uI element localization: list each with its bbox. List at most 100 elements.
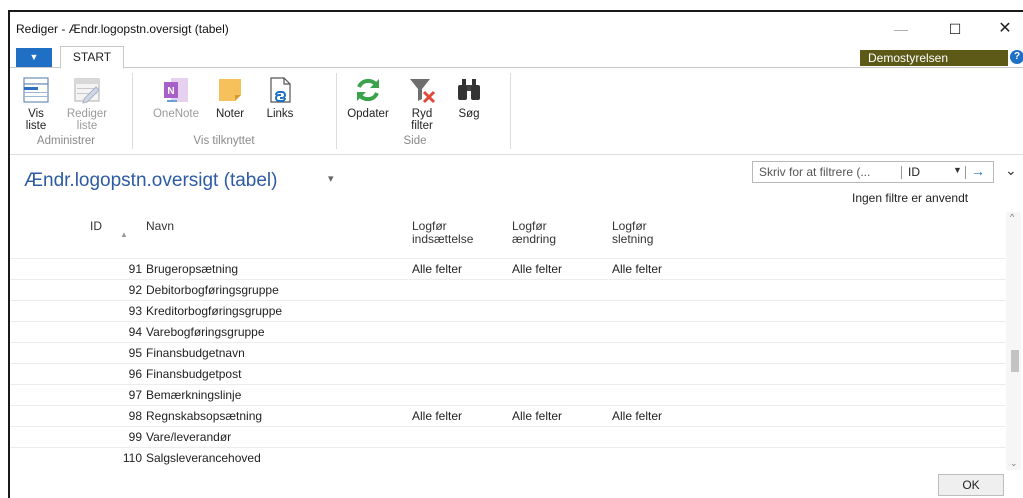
cell-name: Finansbudgetpost [146, 367, 242, 381]
links-label: Links [266, 108, 294, 120]
column-header-log-delete[interactable]: Logfør sletning [612, 220, 653, 246]
cell-id: 99 [128, 430, 142, 444]
chevron-down-icon[interactable]: ▾ [328, 172, 334, 185]
cell-name: Kreditorbogføringsgruppe [146, 304, 283, 318]
binoculars-icon [458, 79, 480, 100]
vertical-scrollbar[interactable] [1006, 212, 1021, 470]
column-header-log-change-line2: ændring [512, 232, 557, 246]
app-menu-button[interactable]: ▼ [16, 48, 52, 67]
table-row[interactable]: 91 Brugeropsætning Alle felter Alle felt… [10, 258, 1006, 279]
cell-id: 95 [128, 346, 142, 360]
onenote-label: OneNote [152, 108, 200, 120]
onenote-icon: N [164, 78, 188, 102]
cell-log-delete[interactable]: Alle felter [612, 409, 662, 423]
onenote-button[interactable]: N OneNote [148, 75, 204, 120]
refresh-label: Opdater [347, 108, 389, 120]
edit-list-button[interactable]: Rediger liste [62, 75, 112, 132]
search-label: Søg [458, 108, 480, 120]
scroll-up-icon[interactable]: ^ [1010, 212, 1014, 222]
table-row[interactable]: 99 Vare/leverandør [10, 426, 1006, 447]
cell-id: 91 [128, 262, 142, 276]
group-label-administrer: Administrer [36, 135, 96, 147]
notes-label: Noter [215, 108, 245, 120]
cell-name: Regnskabsopsætning [146, 409, 263, 423]
view-list-button[interactable]: Vis liste [16, 75, 56, 132]
table-row[interactable]: 96 Finansbudgetpost [10, 363, 1006, 384]
ribbon-separator [336, 73, 337, 149]
table-row[interactable]: 97 Bemærkningslinje [10, 384, 1006, 405]
cell-log-delete[interactable]: Alle felter [612, 262, 662, 276]
tab-start[interactable]: START [60, 46, 124, 69]
scrollbar-thumb[interactable] [1011, 350, 1019, 372]
filter-field-select[interactable]: ID [908, 165, 920, 179]
page-title[interactable]: Ændr.logopstn.oversigt (tabel) [24, 170, 277, 192]
clear-filter-icon [410, 79, 436, 104]
refresh-button[interactable]: Opdater [342, 75, 394, 120]
svg-text:N: N [167, 86, 174, 97]
cell-name: Varebogføringsgruppe [146, 325, 265, 339]
maximize-button[interactable]: ☐ [937, 16, 973, 42]
window-title: Rediger - Ændr.logopstn.oversigt (tabel) [16, 22, 229, 36]
column-header-id[interactable]: ID [90, 220, 102, 233]
cell-name: Finansbudgetnavn [146, 346, 245, 360]
clear-filter-label-2: filter [411, 120, 433, 132]
cell-id: 92 [128, 283, 142, 297]
cell-log-insert[interactable]: Alle felter [412, 262, 462, 276]
table-row[interactable]: 93 Kreditorbogføringsgruppe [10, 300, 1006, 321]
column-header-log-insert[interactable]: Logfør indsættelse [412, 220, 473, 246]
edit-list-label-1: Rediger [66, 108, 108, 120]
table-row[interactable]: 92 Debitorbogføringsgruppe [10, 279, 1006, 300]
cell-name: Salgsleverancehoved [146, 451, 261, 465]
close-button[interactable]: ✕ [987, 16, 1023, 42]
view-list-label-1: Vis [28, 108, 44, 120]
cell-name: Debitorbogføringsgruppe [146, 283, 279, 297]
cell-id: 93 [128, 304, 142, 318]
ribbon-tab-row: ▼ START Demostyrelsen ? [10, 46, 1023, 69]
title-bar: Rediger - Ændr.logopstn.oversigt (tabel)… [10, 12, 1023, 46]
table-row[interactable]: 98 Regnskabsopsætning Alle felter Alle f… [10, 405, 1006, 426]
column-header-log-delete-line2: sletning [612, 232, 654, 246]
view-list-label-2: liste [25, 120, 47, 132]
link-icon [270, 77, 291, 103]
arrow-right-icon[interactable]: → [971, 163, 985, 179]
cell-id: 97 [128, 388, 142, 402]
group-label-side: Side [403, 135, 427, 147]
company-badge: Demostyrelsen [860, 50, 1008, 66]
cell-id: 94 [128, 325, 142, 339]
ok-button[interactable]: OK [938, 474, 1004, 496]
filter-box: Skriv for at filtrere (... ID ▼ → [752, 161, 994, 183]
cell-log-change[interactable]: Alle felter [512, 262, 562, 276]
ribbon-separator [510, 73, 511, 149]
notes-button[interactable]: Noter [208, 75, 252, 120]
dropdown-arrow-icon[interactable]: ▼ [953, 165, 962, 175]
scroll-down-icon[interactable]: ⌄ [1010, 458, 1018, 469]
cell-log-insert[interactable]: Alle felter [412, 409, 462, 423]
grid-header: ID Navn Logfør indsættelse Logfør ændrin… [10, 216, 1006, 256]
search-button[interactable]: Søg [450, 75, 488, 120]
ribbon-separator [132, 73, 133, 149]
sort-ascending-icon: ▲ [120, 230, 128, 239]
clear-filter-button[interactable]: Ryd filter [402, 75, 442, 132]
filter-input[interactable]: Skriv for at filtrere (... [759, 165, 870, 179]
minimize-button[interactable]: — [883, 16, 919, 42]
edit-list-icon [74, 78, 100, 104]
cell-id: 110 [122, 451, 142, 465]
edit-list-label-2: liste [76, 120, 98, 132]
cell-id: 96 [128, 367, 142, 381]
expand-chevron-icon[interactable]: ⌄ [1005, 162, 1017, 179]
column-header-name[interactable]: Navn [146, 220, 174, 233]
column-header-log-insert-line2: indsættelse [412, 232, 474, 246]
help-icon[interactable]: ? [1010, 50, 1023, 64]
filter-divider [901, 166, 902, 179]
table-row[interactable]: 94 Varebogføringsgruppe [10, 321, 1006, 342]
filter-status: Ingen filtre er anvendt [852, 191, 969, 205]
cell-log-change[interactable]: Alle felter [512, 409, 562, 423]
column-header-log-change[interactable]: Logfør ændring [512, 220, 556, 246]
links-button[interactable]: Links [260, 75, 300, 120]
cell-name: Vare/leverandør [146, 430, 232, 444]
filter-divider [965, 166, 966, 179]
table-row[interactable]: 110 Salgsleverancehoved [10, 447, 1006, 468]
edit-window: Rediger - Ændr.logopstn.oversigt (tabel)… [8, 10, 1023, 498]
cell-id: 98 [128, 409, 142, 423]
table-row[interactable]: 95 Finansbudgetnavn [10, 342, 1006, 363]
